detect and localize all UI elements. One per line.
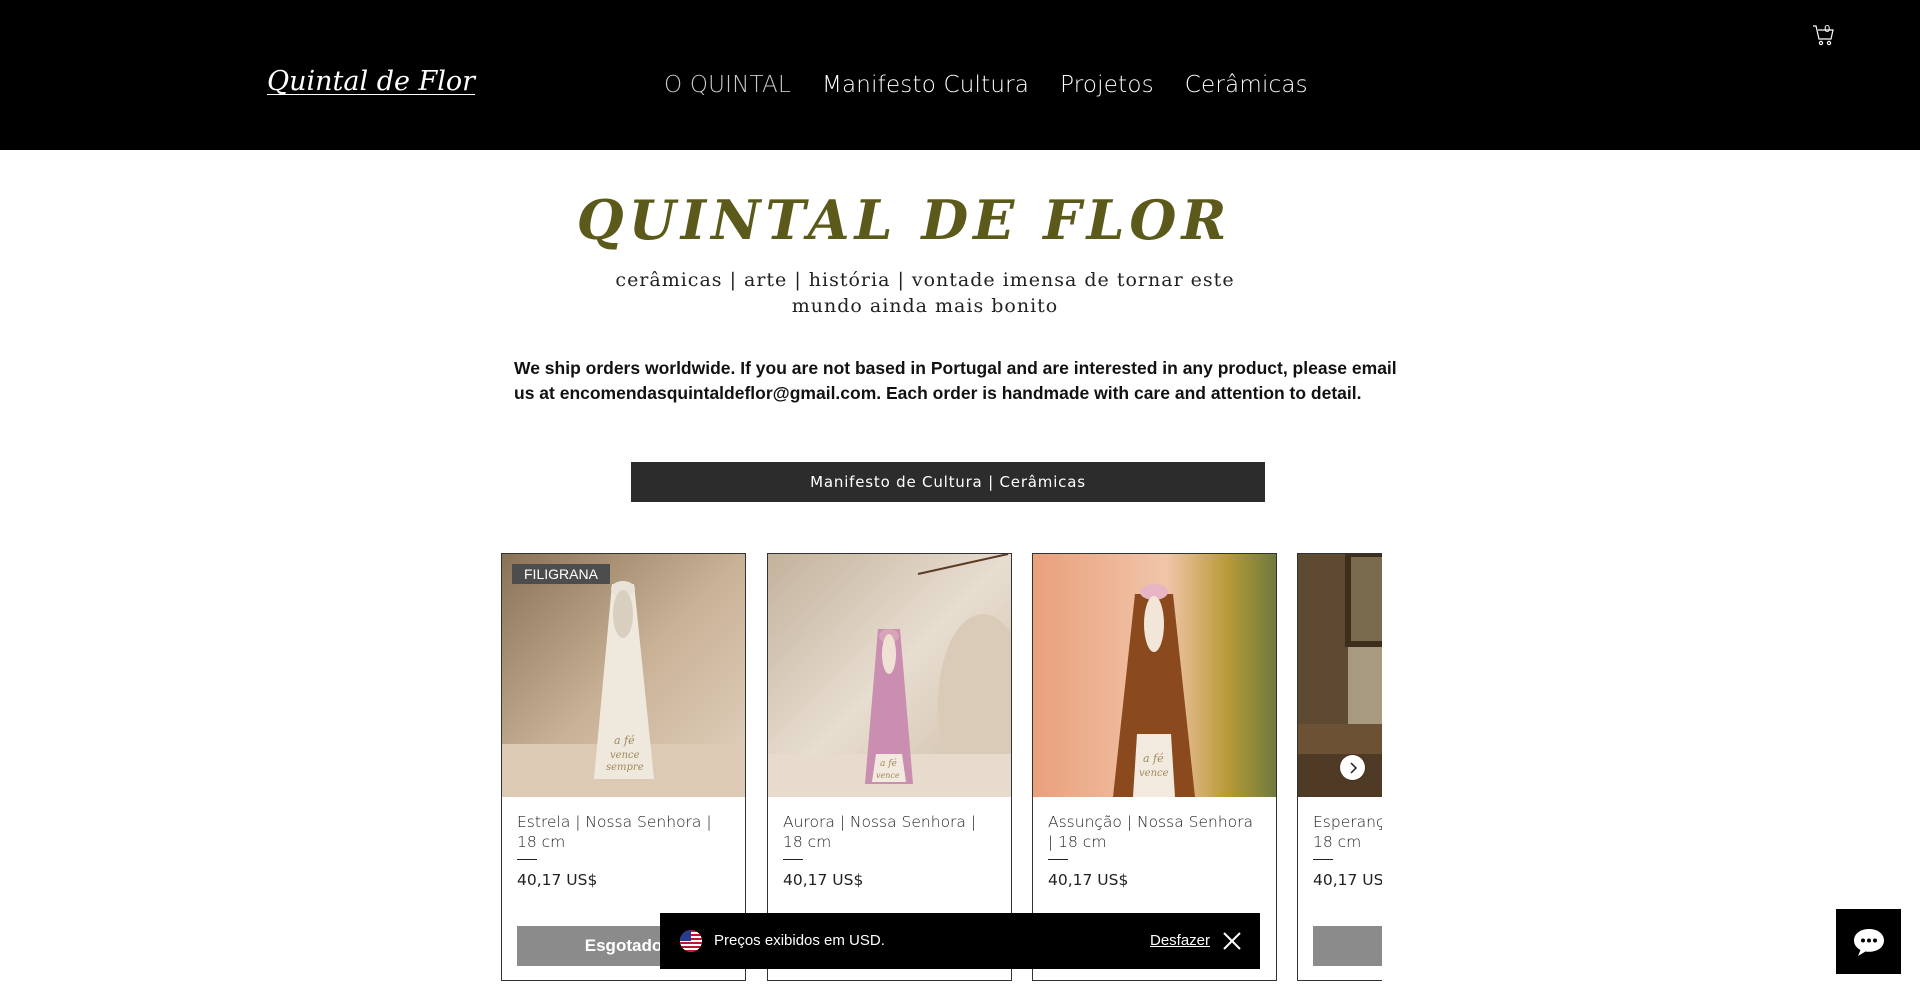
svg-text:a fé: a fé — [880, 758, 898, 769]
product-name[interactable]: Esperança18 cm — [1313, 812, 1382, 852]
svg-text:vence: vence — [610, 750, 640, 761]
divider — [517, 859, 537, 860]
nav-item-ceramicas[interactable]: Cerâmicas — [1185, 72, 1308, 98]
svg-text:a fé: a fé — [1143, 752, 1164, 765]
product-name[interactable]: Estrela | Nossa Senhora | 18 cm — [517, 812, 732, 852]
nav-item-o-quintal[interactable]: O QUINTAL — [664, 72, 791, 98]
product-name[interactable]: Assunção | Nossa Senhora | 18 cm — [1048, 812, 1263, 852]
product-image[interactable]: a fé vence sempre FILIGRANA — [502, 554, 745, 797]
svg-text:vence: vence — [876, 771, 900, 780]
product-name[interactable]: Aurora | Nossa Senhora | 18 cm — [783, 812, 998, 852]
chat-bubble-icon — [1853, 928, 1884, 956]
product-price: 40,17 US$ — [1313, 871, 1382, 889]
us-flag-icon — [680, 930, 702, 952]
site-header: Quintal de Flor O QUINTAL Manifesto Cult… — [0, 0, 1920, 150]
gallery-next-button[interactable] — [1340, 755, 1365, 780]
undo-link[interactable]: Desfazer — [1150, 932, 1210, 949]
shipping-note: We ship orders worldwide. If you are not… — [514, 358, 1397, 403]
chat-widget-button[interactable] — [1836, 909, 1901, 974]
divider — [1313, 859, 1333, 860]
nav-item-projetos[interactable]: Projetos — [1060, 72, 1154, 98]
cart-button[interactable]: 0 — [1812, 22, 1838, 50]
manifesto-ceramicas-button[interactable]: Manifesto de Cultura | Cerâmicas — [631, 462, 1265, 502]
svg-text:a fé: a fé — [614, 734, 635, 747]
product-price: 40,17 US$ — [517, 871, 598, 889]
product-ribbon: FILIGRANA — [512, 564, 610, 584]
currency-toast: Preços exibidos em USD. Desfazer — [660, 913, 1260, 969]
divider — [783, 859, 803, 860]
cart-count: 0 — [1824, 24, 1831, 35]
product-image[interactable] — [1298, 554, 1382, 797]
product-price: 40,17 US$ — [1048, 871, 1129, 889]
product-image[interactable]: a fé vence — [768, 554, 1011, 797]
chevron-right-icon — [1349, 761, 1357, 774]
svg-text:vence: vence — [1139, 768, 1169, 779]
page-subtitle: cerâmicas | arte | história | vontade im… — [615, 269, 1235, 317]
divider — [1048, 859, 1068, 860]
product-image[interactable]: a fé vence — [1033, 554, 1276, 797]
brand-logo-link[interactable]: Quintal de Flor — [267, 66, 475, 97]
close-toast-button[interactable] — [1221, 930, 1243, 952]
close-icon — [1223, 932, 1241, 950]
page-title: QUINTAL DE FLOR — [576, 188, 1232, 252]
add-to-cart-button[interactable] — [1313, 926, 1382, 966]
svg-text:sempre: sempre — [606, 762, 644, 773]
nav-item-manifesto-cultura[interactable]: Manifesto Cultura — [822, 72, 1029, 98]
toast-message: Preços exibidos em USD. — [714, 932, 885, 949]
product-price: 40,17 US$ — [783, 871, 864, 889]
main-nav: O QUINTAL Manifesto Cultura Projetos Cer… — [664, 72, 1339, 98]
